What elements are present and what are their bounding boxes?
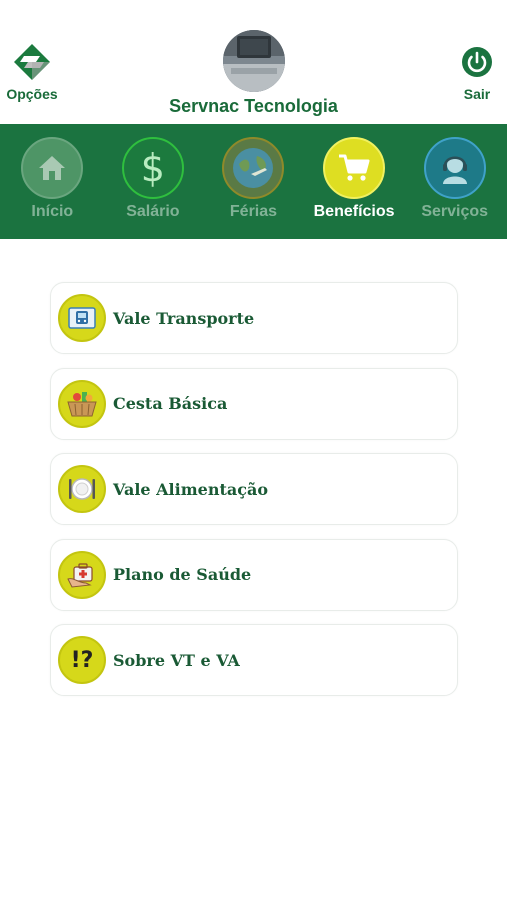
question-icon: !?	[58, 636, 106, 684]
profile-photo	[223, 30, 285, 92]
logout-label: Sair	[463, 86, 491, 102]
options-button[interactable]: Opções	[4, 42, 60, 102]
dollar-icon: $	[140, 146, 165, 190]
tab-label: Início	[31, 203, 74, 220]
list-item-label: Vale Alimentação	[113, 479, 268, 499]
tab-servicos[interactable]: Serviços	[405, 124, 505, 239]
tab-inicio[interactable]: Início	[2, 124, 102, 239]
list-item-plano-de-saude[interactable]: Plano de Saúde	[50, 538, 458, 611]
dollar-icon-circle: $	[121, 137, 184, 199]
company-name: Servnac Tecnologia	[169, 96, 338, 116]
list-item-vale-alimentacao[interactable]: Vale Alimentação	[50, 453, 458, 525]
list-item-label: Cesta Básica	[113, 394, 228, 413]
tab-salario[interactable]: $ Salário	[103, 124, 203, 239]
logout-button[interactable]: Sair	[457, 46, 497, 102]
tab-ferias[interactable]: Férias	[203, 124, 303, 239]
cart-icon	[339, 154, 370, 181]
tab-label: Benefícios	[313, 203, 395, 220]
cart-icon-circle	[323, 137, 386, 199]
app-header: Opções Servnac Tecnologia Sair	[0, 0, 507, 124]
headset-agent-icon	[442, 156, 467, 184]
avatar[interactable]	[223, 30, 285, 92]
bus-ticket-icon	[58, 294, 106, 342]
home-icon	[39, 156, 66, 180]
globe-plane-icon-circle	[222, 137, 285, 199]
list-item-label: Vale Transporte	[113, 308, 255, 328]
list-item-sobre-vt-va[interactable]: !? Sobre VT e VA	[50, 624, 458, 696]
headset-agent-icon-circle	[423, 137, 486, 199]
globe-plane-icon	[233, 148, 274, 188]
medical-kit-icon	[58, 550, 106, 599]
company-logo-icon	[14, 44, 50, 80]
power-icon	[462, 47, 492, 77]
main-nav: Início $ Salário Férias Benefícios Servi…	[0, 124, 507, 239]
plate-cutlery-icon	[58, 465, 106, 513]
tab-label: Férias	[229, 203, 278, 220]
list-item-label: Sobre VT e VA	[113, 650, 240, 670]
tab-beneficios[interactable]: Benefícios	[304, 124, 404, 239]
benefits-list: Vale Transporte Cesta Básica Vale Alimen…	[50, 282, 458, 710]
list-item-label: Plano de Saúde	[113, 565, 252, 584]
list-item-cesta-basica[interactable]: Cesta Básica	[50, 367, 458, 440]
tab-label: Salário	[126, 203, 180, 220]
home-icon-circle	[21, 137, 84, 199]
tab-label: Serviços	[421, 203, 489, 220]
list-item-vale-transporte[interactable]: Vale Transporte	[50, 282, 458, 354]
basket-icon	[58, 379, 106, 428]
